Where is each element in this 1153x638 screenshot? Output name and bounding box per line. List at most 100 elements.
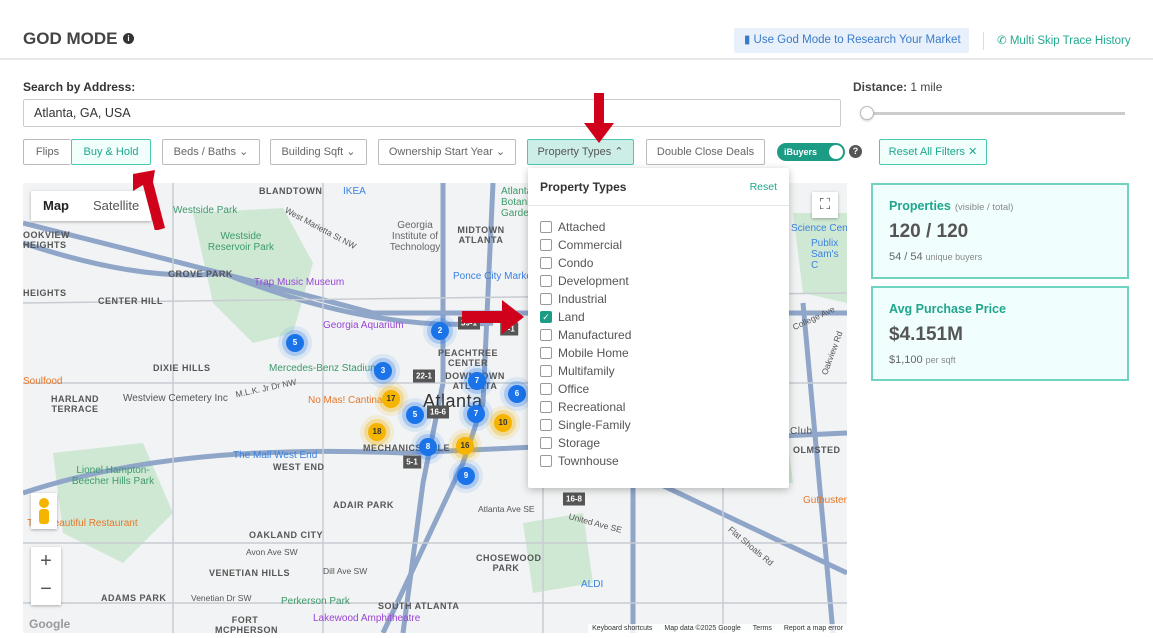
ownership-year-label: Ownership Start Year (388, 146, 493, 158)
checkbox[interactable] (540, 455, 552, 467)
fullscreen-icon[interactable]: ⛶ (812, 192, 838, 218)
option-label: Storage (558, 436, 601, 450)
info-icon[interactable]: i (123, 33, 134, 44)
property-type-option[interactable]: Development (528, 272, 789, 290)
checkbox[interactable] (540, 293, 552, 305)
property-type-option[interactable]: Townhouse (528, 452, 789, 470)
properties-count: 120 / 120 (889, 221, 969, 242)
map-type-map[interactable]: Map (31, 191, 81, 221)
properties-note: (visible / total) (954, 202, 1014, 213)
divider (983, 32, 984, 50)
annotation-arrow-up (133, 170, 165, 230)
checkbox[interactable] (540, 437, 552, 449)
property-type-option[interactable]: Attached (528, 218, 789, 236)
property-type-option[interactable]: Commercial (528, 236, 789, 254)
map-label: ADAMS PARK (101, 593, 167, 603)
property-tag[interactable]: 22-1 (412, 369, 436, 383)
property-type-option[interactable]: Storage (528, 434, 789, 452)
chevron-down-icon: ⌄ (346, 146, 356, 158)
properties-title: Properties (889, 199, 951, 213)
property-cluster[interactable]: 9 (457, 467, 475, 485)
skip-trace-label: Multi Skip Trace History (1009, 35, 1131, 47)
property-cluster[interactable]: 5 (286, 334, 304, 352)
search-label: Search by Address: (23, 80, 136, 94)
book-icon: ▮ (744, 34, 754, 46)
buy-hold-button[interactable]: Buy & Hold (71, 139, 151, 165)
property-type-option[interactable]: Manufactured (528, 326, 789, 344)
property-cluster[interactable]: 17 (382, 390, 400, 408)
checkbox[interactable] (540, 419, 552, 431)
street-view-pegman-icon[interactable] (31, 493, 57, 529)
property-tag[interactable]: 5-1 (403, 455, 421, 469)
property-type-option[interactable]: Industrial (528, 290, 789, 308)
property-type-option[interactable]: Single-Family (528, 416, 789, 434)
flips-button[interactable]: Flips (23, 139, 71, 165)
address-search-input[interactable] (23, 99, 841, 127)
zoom-out-button[interactable]: − (31, 576, 61, 605)
distance-label: Distance: 1 mile (853, 80, 942, 94)
beds-baths-dropdown[interactable]: Beds / Baths ⌄ (162, 139, 260, 165)
reset-all-filters-button[interactable]: Reset All Filters ✕ (879, 139, 987, 165)
property-cluster[interactable]: 7 (467, 405, 485, 423)
checkbox[interactable]: ✓ (540, 311, 552, 323)
property-type-option[interactable]: Office (528, 380, 789, 398)
property-cluster[interactable]: 6 (508, 385, 526, 403)
zoom-in-button[interactable]: + (31, 547, 61, 576)
terms-link[interactable]: Terms (753, 625, 772, 632)
report-error-link[interactable]: Report a map error (784, 625, 843, 632)
property-cluster[interactable]: 3 (374, 362, 392, 380)
map-label: OLMSTED (793, 445, 841, 455)
property-cluster[interactable]: 10 (494, 414, 512, 432)
option-label: Condo (558, 256, 594, 270)
property-cluster[interactable]: 16 (456, 437, 474, 455)
property-cluster[interactable]: 5 (406, 406, 424, 424)
map-label: GROVE PARK (168, 269, 233, 279)
map-label: Gutbuster (803, 495, 847, 506)
property-type-option[interactable]: Recreational (528, 398, 789, 416)
property-type-option[interactable]: ✓ Land (528, 308, 789, 326)
map-label: Mercedes-Benz Stadium (269, 363, 379, 374)
property-tag[interactable]: 16-6 (426, 405, 450, 419)
research-market-button[interactable]: ▮ Use God Mode to Research Your Market (734, 28, 969, 53)
checkbox[interactable] (540, 347, 552, 359)
property-type-option[interactable]: Condo (528, 254, 789, 272)
ownership-year-dropdown[interactable]: Ownership Start Year ⌄ (378, 139, 516, 165)
checkbox[interactable] (540, 275, 552, 287)
property-cluster[interactable]: 7 (468, 372, 486, 390)
google-logo: Google (29, 617, 71, 631)
option-label: Manufactured (558, 328, 632, 342)
double-close-deals-button[interactable]: Double Close Deals (646, 139, 765, 165)
option-label: Single-Family (558, 418, 631, 432)
checkbox[interactable] (540, 365, 552, 377)
panel-reset-link[interactable]: Reset (750, 181, 777, 193)
map-label: Lakewood Amphitheatre (313, 613, 421, 624)
property-type-option[interactable]: Mobile Home (528, 344, 789, 362)
map-label: The Mall West End (233, 450, 318, 461)
building-sqft-dropdown[interactable]: Building Sqft ⌄ (270, 139, 367, 165)
property-tag[interactable]: 16-8 (562, 492, 586, 506)
map-label: HEIGHTS (23, 288, 67, 298)
checkbox[interactable] (540, 221, 552, 233)
map-label: PEACHTREE CENTER (438, 348, 499, 368)
skip-trace-history-link[interactable]: ✆ Multi Skip Trace History (997, 33, 1131, 47)
checkbox[interactable] (540, 239, 552, 251)
distance-slider-thumb[interactable] (860, 106, 874, 120)
property-cluster[interactable]: 8 (419, 438, 437, 456)
property-type-option[interactable]: Multifamily (528, 362, 789, 380)
distance-slider-track[interactable] (865, 112, 1125, 115)
help-icon[interactable]: ? (849, 145, 862, 158)
property-cluster[interactable]: 18 (368, 423, 386, 441)
option-label: Industrial (558, 292, 607, 306)
checkbox[interactable] (540, 257, 552, 269)
checkbox[interactable] (540, 383, 552, 395)
map-label: Lionel Hampton-Beecher Hills Park (71, 465, 155, 487)
keyboard-shortcuts-link[interactable]: Keyboard shortcuts (592, 625, 652, 632)
annotation-arrow-right (462, 300, 524, 334)
checkbox[interactable] (540, 401, 552, 413)
avg-price-value: $4.151M (889, 324, 963, 345)
checkbox[interactable] (540, 329, 552, 341)
distance-label-text: Distance: (853, 80, 908, 94)
toggle-knob (829, 145, 843, 159)
property-cluster[interactable]: 2 (431, 322, 449, 340)
ibuyers-toggle[interactable]: iBuyers (777, 143, 845, 161)
